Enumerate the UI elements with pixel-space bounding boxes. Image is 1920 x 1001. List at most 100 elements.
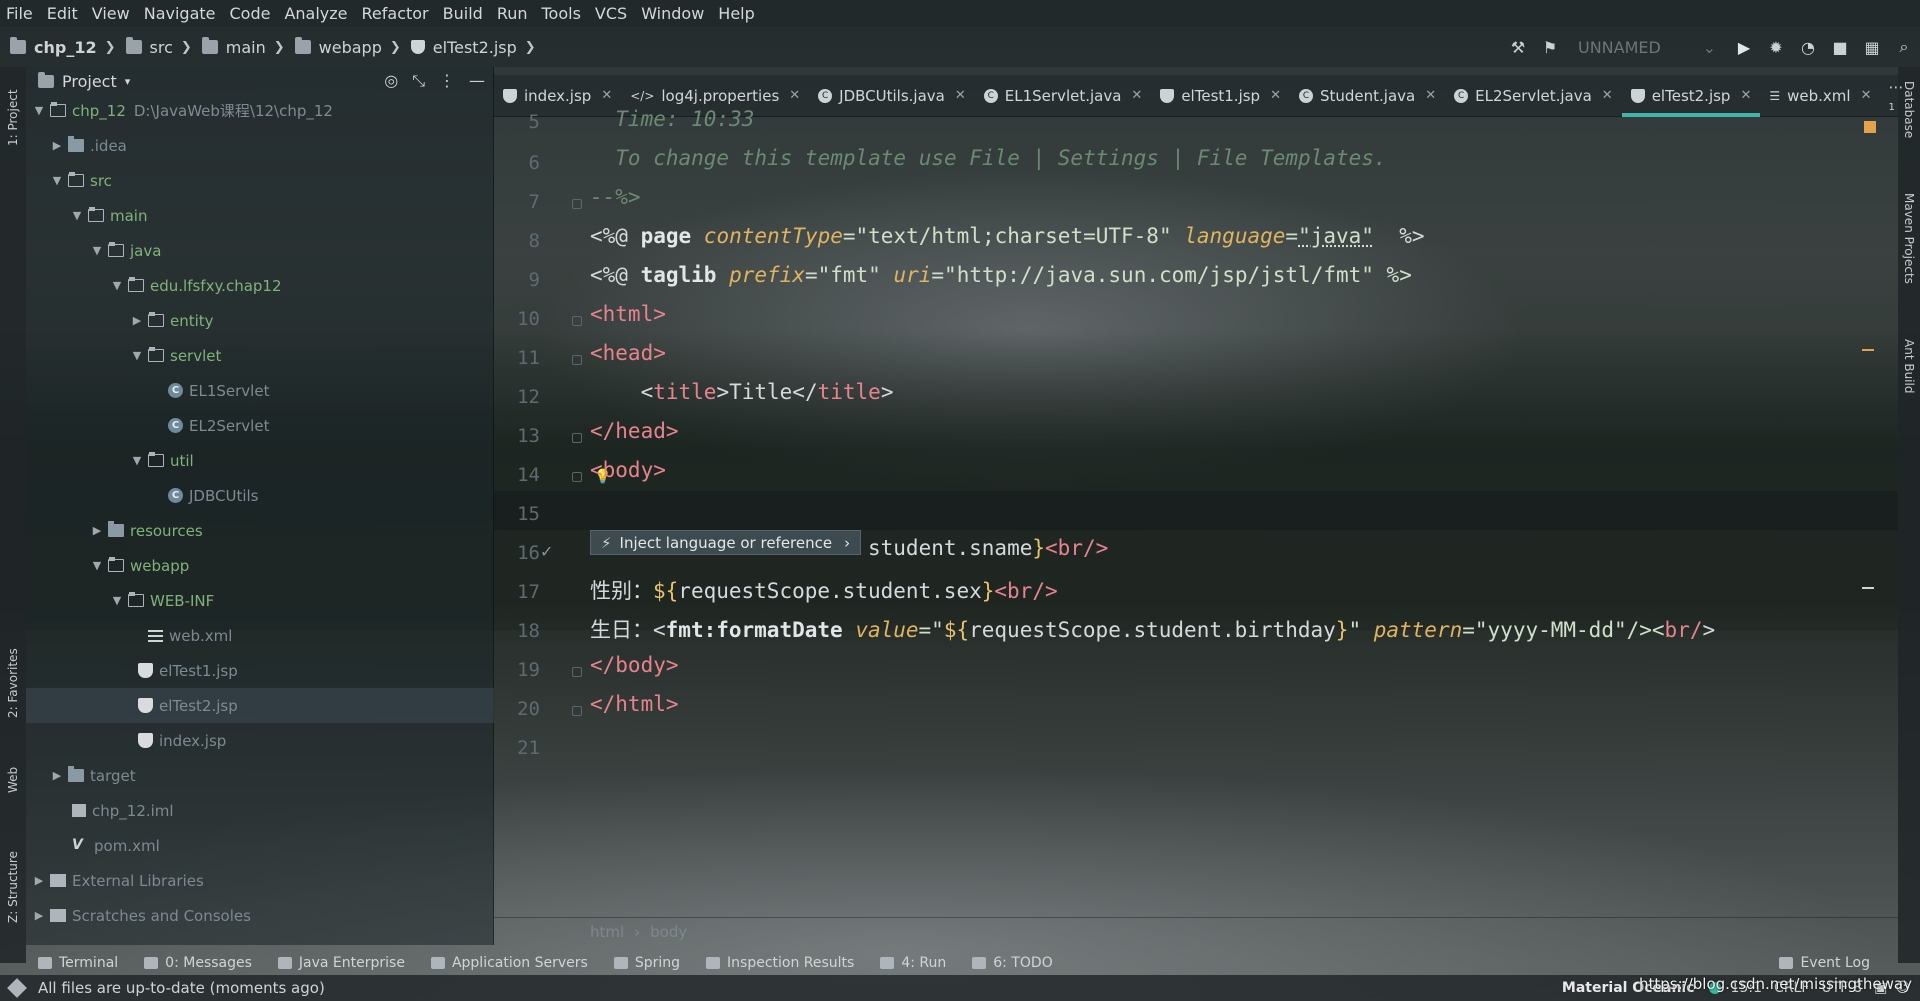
tab-student-java[interactable]: C Student.java ✕ xyxy=(1290,75,1445,117)
menu-file[interactable]: File xyxy=(6,4,33,23)
close-icon[interactable]: ✕ xyxy=(955,88,966,103)
tab-ant-tool[interactable]: Ant Build xyxy=(1900,339,1918,419)
tree-item-src[interactable]: ▼ src xyxy=(26,163,494,198)
fold-marker[interactable] xyxy=(572,706,582,716)
tab-favorites-tool[interactable]: 2: Favorites xyxy=(2,639,24,727)
close-icon[interactable]: ✕ xyxy=(1131,88,1142,103)
build-hammer-icon[interactable]: ⚒ xyxy=(1502,31,1534,63)
menu-vcs[interactable]: VCS xyxy=(595,4,627,23)
tab-el1servlet-java[interactable]: C EL1Servlet.java ✕ xyxy=(975,75,1152,117)
tool-inspection-results[interactable]: Inspection Results xyxy=(706,955,854,971)
chevron-right-icon[interactable]: ▶ xyxy=(32,874,46,887)
menu-help[interactable]: Help xyxy=(718,4,754,23)
tree-item-util[interactable]: ▼ util xyxy=(26,443,494,478)
tree-item-target[interactable]: ▶ target xyxy=(26,758,494,793)
tab-jdbcutils-java[interactable]: C JDBCUtils.java ✕ xyxy=(809,75,975,117)
chevron-down-icon[interactable]: ▼ xyxy=(50,174,64,187)
warning-indicator-icon[interactable] xyxy=(1864,121,1876,133)
tree-item-webxml[interactable]: web.xml xyxy=(26,618,494,653)
fold-marker[interactable] xyxy=(572,316,582,326)
fold-marker[interactable] xyxy=(572,433,582,443)
tree-item-resources[interactable]: ▶ resources xyxy=(26,513,494,548)
chevron-down-icon[interactable]: ▼ xyxy=(32,104,46,117)
crumb-file[interactable]: elTest2.jsp ❯ xyxy=(410,38,536,57)
tab-maven-tool[interactable]: Maven Projects xyxy=(1900,193,1918,313)
tree-item-iml[interactable]: chp_12.iml xyxy=(26,793,494,828)
close-icon[interactable]: ✕ xyxy=(1270,88,1281,103)
stop-icon[interactable]: ■ xyxy=(1824,31,1856,63)
chevron-right-icon[interactable]: ▶ xyxy=(50,769,64,782)
crumb-src[interactable]: src ❯ xyxy=(125,37,192,57)
tree-item-index[interactable]: index.jsp xyxy=(26,723,494,758)
tree-item-eltest1[interactable]: elTest1.jsp xyxy=(26,653,494,688)
chevron-right-icon[interactable]: ▶ xyxy=(32,909,46,922)
breadcrumb-html[interactable]: html xyxy=(590,923,624,941)
crumb-main[interactable]: main ❯ xyxy=(201,37,285,57)
more-tabs-button[interactable]: ⋯1 xyxy=(1880,78,1911,114)
tree-item-webapp[interactable]: ▼ webapp xyxy=(26,548,494,583)
tree-item-el2servlet[interactable]: C EL2Servlet xyxy=(26,408,494,443)
inject-language-popup[interactable]: ⚡ Inject language or reference › xyxy=(590,530,862,555)
close-icon[interactable]: ✕ xyxy=(1740,88,1751,103)
project-panel-title[interactable]: Project xyxy=(62,72,117,91)
tree-item-jdbcutils[interactable]: C JDBCUtils xyxy=(26,478,494,513)
tree-item-java[interactable]: ▼ java xyxy=(26,233,494,268)
locate-target-icon[interactable]: ◎ xyxy=(384,71,398,91)
tab-web-tool[interactable]: Web xyxy=(2,755,24,805)
search-icon[interactable]: ⌕ xyxy=(1888,31,1920,63)
tree-item-external-libraries[interactable]: ▶ External Libraries xyxy=(26,863,494,898)
coverage-icon[interactable]: ◔ xyxy=(1792,31,1824,63)
tool-application-servers[interactable]: Application Servers xyxy=(430,955,588,971)
tab-eltest1-jsp[interactable]: elTest1.jsp ✕ xyxy=(1151,75,1290,117)
chevron-down-icon[interactable]: ▼ xyxy=(130,349,144,362)
menu-run[interactable]: Run xyxy=(497,4,528,23)
code-editor[interactable]: 5 6 7 8 9 10 11 12 13 14 15 16 17 18 19 … xyxy=(494,107,1898,917)
crumb-webapp[interactable]: webapp ❯ xyxy=(294,37,401,57)
menu-code[interactable]: Code xyxy=(230,4,271,23)
menu-view[interactable]: View xyxy=(92,4,130,23)
tool-run[interactable]: 4: Run xyxy=(880,955,946,971)
chevron-down-icon[interactable]: ▼ xyxy=(90,559,104,572)
debug-icon[interactable]: ✹ xyxy=(1760,31,1792,63)
menu-navigate[interactable]: Navigate xyxy=(144,4,216,23)
tool-spring[interactable]: Spring xyxy=(613,955,680,971)
close-icon[interactable]: ✕ xyxy=(1425,88,1436,103)
collapse-all-icon[interactable]: ⤡ xyxy=(412,71,425,91)
tree-item-main[interactable]: ▼ main xyxy=(26,198,494,233)
tree-item-el1servlet[interactable]: C EL1Servlet xyxy=(26,373,494,408)
close-icon[interactable]: ✕ xyxy=(1861,88,1872,103)
chevron-down-icon[interactable]: ▼ xyxy=(130,454,144,467)
chevron-down-icon[interactable]: ▼ xyxy=(110,594,124,607)
menu-window[interactable]: Window xyxy=(641,4,704,23)
run-icon[interactable]: ▶ xyxy=(1728,31,1760,63)
scrollbar-warning-marker[interactable] xyxy=(1862,349,1874,351)
close-icon[interactable]: ✕ xyxy=(601,88,612,103)
tab-structure-tool[interactable]: Z: Structure xyxy=(2,837,24,937)
tab-eltest2-jsp[interactable]: elTest2.jsp ✕ xyxy=(1621,75,1761,117)
chevron-down-icon[interactable]: ▼ xyxy=(110,279,124,292)
tree-item-entity[interactable]: ▶ entity xyxy=(26,303,494,338)
close-icon[interactable]: ✕ xyxy=(789,88,800,103)
tab-el2servlet-java[interactable]: C EL2Servlet.java ✕ xyxy=(1445,75,1622,117)
more-options-icon[interactable]: ⋮ xyxy=(439,71,455,91)
tree-item-eltest2[interactable]: elTest2.jsp xyxy=(26,688,494,723)
fold-marker[interactable] xyxy=(572,472,582,482)
tool-event-log[interactable]: Event Log xyxy=(1779,955,1870,971)
tree-item-servlet[interactable]: ▼ servlet xyxy=(26,338,494,373)
crumb-project[interactable]: chp_12 ❯ xyxy=(10,37,116,57)
chevron-down-icon[interactable]: ▼ xyxy=(90,244,104,257)
tab-web-xml[interactable]: ☰ web.xml ✕ xyxy=(1760,75,1880,117)
tree-item-scratches[interactable]: ▶ Scratches and Consoles xyxy=(26,898,494,933)
chevron-down-icon[interactable]: ▾ xyxy=(125,75,131,88)
tree-item-idea[interactable]: ▶ .idea xyxy=(26,128,494,163)
run-configuration-select[interactable]: UNNAMED ⌄ xyxy=(1572,33,1722,61)
tree-item-pom[interactable]: V pom.xml xyxy=(26,828,494,863)
menu-refactor[interactable]: Refactor xyxy=(362,4,429,23)
menu-build[interactable]: Build xyxy=(443,4,483,23)
tree-item-package[interactable]: ▼ edu.lfsfxy.chap12 xyxy=(26,268,494,303)
breadcrumb-body[interactable]: body xyxy=(650,923,687,941)
fold-marker[interactable] xyxy=(572,667,582,677)
fold-marker[interactable] xyxy=(572,199,582,209)
tool-messages[interactable]: 0: Messages xyxy=(144,955,252,971)
chevron-right-icon[interactable]: ▶ xyxy=(90,524,104,537)
